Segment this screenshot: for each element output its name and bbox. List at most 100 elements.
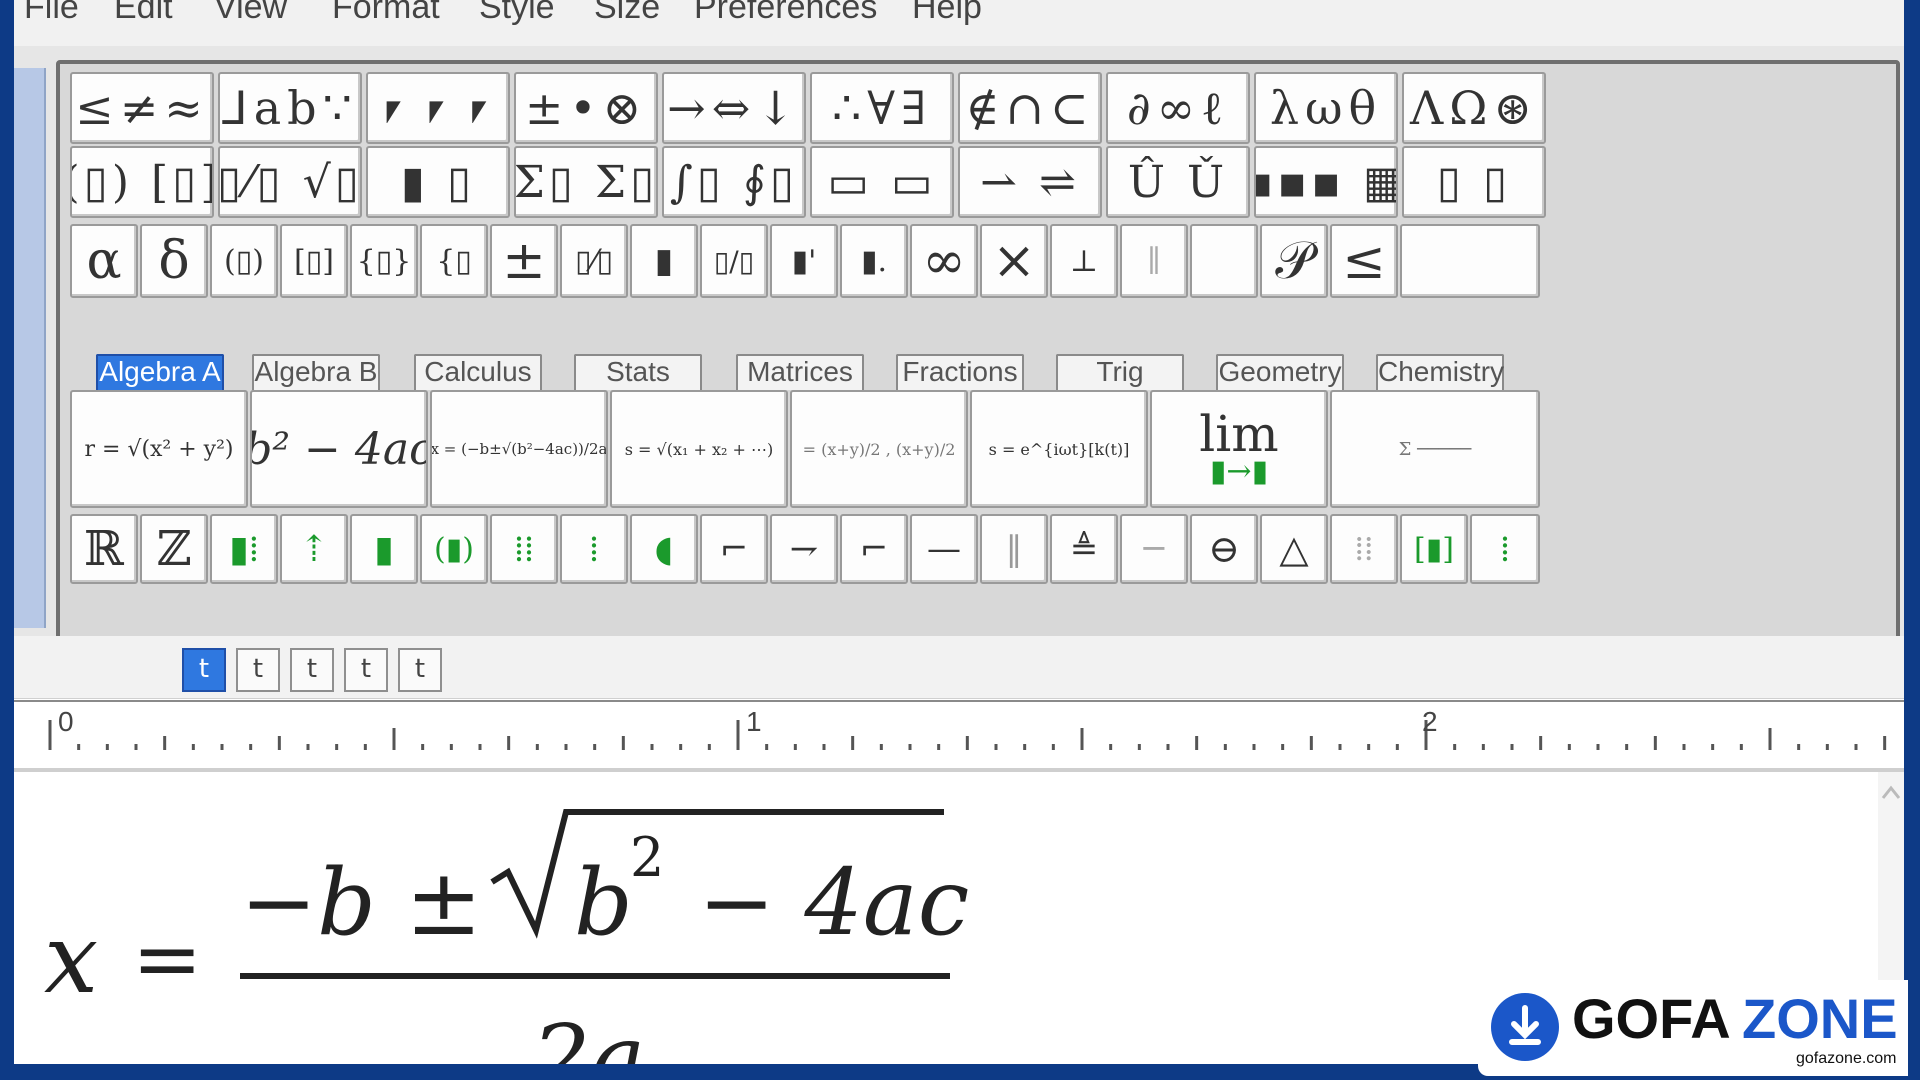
dots-template-button[interactable]: ⁞	[1470, 514, 1540, 584]
perpendicular-button[interactable]: ⊥	[1050, 224, 1118, 298]
circle-minus-template-button[interactable]: ⊖	[1190, 514, 1258, 584]
radicand-exponent: 2	[630, 826, 664, 889]
logic-palette-button[interactable]: ∴∀∃	[810, 72, 954, 144]
tab-calculus[interactable]: Calculus	[414, 354, 542, 390]
format-button-1[interactable]: t	[182, 648, 226, 692]
slot-template-button[interactable]: ▮	[350, 514, 418, 584]
relations-palette-button[interactable]: ≤≠≈	[70, 72, 214, 144]
brackets-button[interactable]: [▯]	[280, 224, 348, 298]
format-button-5[interactable]: t	[398, 648, 442, 692]
greek-lower-palette-button[interactable]: λωθ	[1254, 72, 1398, 144]
menu-preferences[interactable]: Preferences	[694, 0, 877, 32]
ruler[interactable]: 0 1 2	[14, 700, 1904, 774]
infinity-button[interactable]: ∞	[910, 224, 978, 298]
delta-button[interactable]: δ	[140, 224, 208, 298]
parallel-button[interactable]: ∥	[1120, 224, 1188, 298]
braces-button[interactable]: {▯}	[350, 224, 418, 298]
subscript-palette-button[interactable]: ▮ ▯	[366, 146, 510, 218]
labeled-arrows-palette-button[interactable]: ⇀ ⇌	[958, 146, 1102, 218]
fraction-button[interactable]: ▯⁄▯	[560, 224, 628, 298]
tab-algebra-a[interactable]: Algebra A	[96, 354, 224, 390]
superscript-button[interactable]: ▮'	[770, 224, 838, 298]
power-set-button[interactable]: 𝒫	[1260, 224, 1328, 298]
menu-size[interactable]: Size	[594, 0, 660, 32]
template-limit[interactable]: lim ▮→▮	[1150, 390, 1328, 508]
times-button[interactable]: ×	[980, 224, 1048, 298]
empty-slot-button[interactable]	[1190, 224, 1258, 298]
menu-format[interactable]: Format	[332, 0, 440, 32]
menu-edit[interactable]: Edit	[114, 0, 173, 32]
format-button-4[interactable]: t	[344, 648, 388, 692]
matrix-palette-button[interactable]: ▪▪▪ ▦	[1254, 146, 1398, 218]
greek-upper-palette-button[interactable]: ΛΩ⊛	[1402, 72, 1546, 144]
tab-matrices[interactable]: Matrices	[736, 354, 864, 390]
paren-slot-template-button[interactable]: (▮)	[420, 514, 488, 584]
dash-template-button[interactable]: —	[910, 514, 978, 584]
grid-template-button[interactable]: ⁞⁞	[490, 514, 558, 584]
spaces-palette-button[interactable]: ⅃ab∵	[218, 72, 362, 144]
misc-symbols-palette-button[interactable]: ∂∞ℓ	[1106, 72, 1250, 144]
template-discriminant[interactable]: b² − 4ac	[250, 390, 428, 508]
template-toolbar: ≤≠≈ ⅃ab∵ ⎖⎖⎖ ±•⊗ →⇔↓ ∴∀∃ ∉∩⊂ ∂∞ℓ λωθ ΛΩ⊛…	[56, 60, 1900, 642]
boxes-palette-button[interactable]: ▯ ▯	[1402, 146, 1546, 218]
harpoon-template-button[interactable]: ⇁	[770, 514, 838, 584]
menu-file[interactable]: File	[24, 0, 79, 32]
integral-palette-button[interactable]: ∫▯ ∮▯	[662, 146, 806, 218]
line-template-button[interactable]: ─	[1120, 514, 1188, 584]
tab-stats[interactable]: Stats	[574, 354, 702, 390]
fences-palette-button[interactable]: (▯) [▯]	[70, 146, 214, 218]
arrows-palette-button[interactable]: →⇔↓	[662, 72, 806, 144]
slash-fraction-button[interactable]: ▯/▯	[700, 224, 768, 298]
bars-palette-button[interactable]: ▭ ▭	[810, 146, 954, 218]
parentheses-button[interactable]: (▯)	[210, 224, 278, 298]
integers-button[interactable]: ℤ	[140, 514, 208, 584]
radicand-b: b	[574, 849, 633, 956]
division-bar-button[interactable]: ⌐	[840, 514, 908, 584]
fraction-radical-palette-button[interactable]: ▯⁄▯ √▯	[218, 146, 362, 218]
palette-grip[interactable]	[14, 68, 46, 628]
menu-style[interactable]: Style	[479, 0, 555, 32]
long-division-button[interactable]: ⌐	[700, 514, 768, 584]
products-palette-button[interactable]: Û Ǔ	[1106, 146, 1250, 218]
format-button-2[interactable]: t	[236, 648, 280, 692]
scroll-up-icon[interactable]	[1878, 772, 1904, 812]
tab-fractions[interactable]: Fractions	[896, 354, 1024, 390]
empty-slot-wide-button[interactable]	[1400, 224, 1540, 298]
subscript-button[interactable]: ▮.	[840, 224, 908, 298]
real-numbers-button[interactable]: ℝ	[70, 514, 138, 584]
triangle-template-button[interactable]: △	[1260, 514, 1328, 584]
tab-trig[interactable]: Trig	[1056, 354, 1184, 390]
menu-view[interactable]: View	[214, 0, 287, 32]
template-distance[interactable]: r = √(x² + y²)	[70, 390, 248, 508]
sets-palette-button[interactable]: ∉∩⊂	[958, 72, 1102, 144]
tab-algebra-b[interactable]: Algebra B	[252, 354, 380, 390]
plus-minus-button[interactable]: ±	[490, 224, 558, 298]
template-series[interactable]: Σ ─────	[1330, 390, 1540, 508]
vertical-dots-template-button[interactable]: ⁞	[560, 514, 628, 584]
up-arrow-template-button[interactable]: ⇡	[280, 514, 348, 584]
bracket-slot-template-button[interactable]: [▮]	[1400, 514, 1468, 584]
tab-geometry[interactable]: Geometry	[1216, 354, 1344, 390]
template-midpoint[interactable]: = (x+y)/2 , (x+y)/2	[790, 390, 968, 508]
norm-template-button[interactable]: ‖	[980, 514, 1048, 584]
tab-chemistry[interactable]: Chemistry	[1376, 354, 1504, 390]
menu-help[interactable]: Help	[912, 0, 982, 32]
column-template-button[interactable]: ▮⁞	[210, 514, 278, 584]
alpha-button[interactable]: α	[70, 224, 138, 298]
less-equal-button[interactable]: ≤	[1330, 224, 1398, 298]
half-bracket-template-button[interactable]: ◖	[630, 514, 698, 584]
format-button-3[interactable]: t	[290, 648, 334, 692]
denominator: 2a	[531, 1005, 645, 1064]
stacked-fraction-button[interactable]: ▮	[630, 224, 698, 298]
summation-palette-button[interactable]: Σ▯ Σ▯	[514, 146, 658, 218]
ruler-label-0: 0	[58, 706, 74, 737]
left-brace-button[interactable]: {▯	[420, 224, 488, 298]
template-exponential[interactable]: s = e^{iωt}[k(t)]	[970, 390, 1148, 508]
matrix-small-template-button[interactable]: ⁞⁞	[1330, 514, 1398, 584]
definition-template-button[interactable]: ≜	[1050, 514, 1118, 584]
embellishments-palette-button[interactable]: ⎖⎖⎖	[366, 72, 510, 144]
template-quadratic[interactable]: x = (−b±√(b²−4ac))/2a	[430, 390, 608, 508]
operators-palette-button[interactable]: ±•⊗	[514, 72, 658, 144]
ruler-ticks	[48, 720, 1887, 750]
template-sum-root[interactable]: s = √(x₁ + x₂ + ⋯)	[610, 390, 788, 508]
